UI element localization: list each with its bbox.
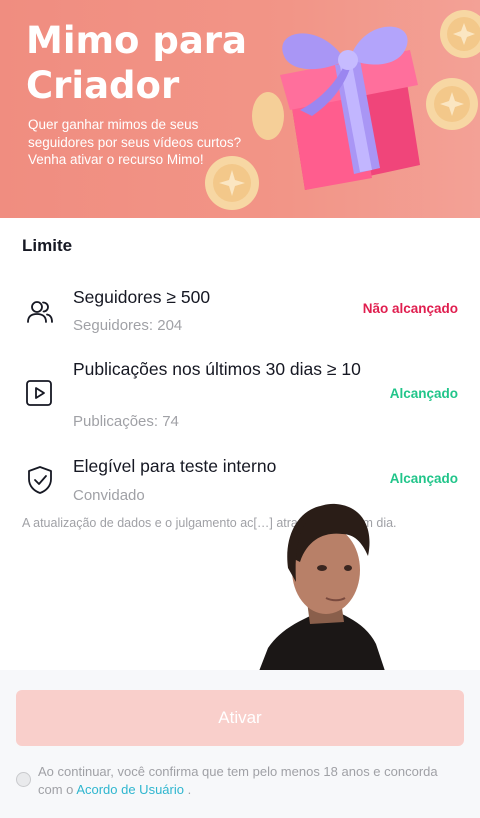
activate-button[interactable]: Ativar (16, 690, 464, 746)
requirement-detail: Seguidores: 204 (73, 317, 183, 334)
coin-icon (440, 10, 480, 58)
consent-checkbox[interactable] (16, 772, 31, 787)
person-photo-overlay (254, 503, 386, 684)
shield-check-icon (28, 466, 52, 494)
requirement-detail: Publicações: 74 (73, 413, 179, 430)
hero-banner: Mimo para Criador Quer ganhar mimos de s… (0, 0, 480, 218)
status-badge: Não alcançado (362, 301, 458, 316)
data-update-note: A atualização de dados e o julgamento ac… (22, 516, 397, 530)
section-title: Limite (22, 236, 73, 255)
requirement-name: Seguidores ≥ 500 (73, 287, 211, 307)
video-play-icon (26, 380, 52, 406)
requirement-detail: Convidado (73, 487, 145, 504)
requirement-name: Publicações nos últimos 30 dias ≥ 10 (73, 359, 361, 379)
user-agreement-link[interactable]: Acordo de Usuário (76, 782, 184, 797)
status-badge: Alcançado (389, 386, 458, 401)
coin-icon (205, 156, 259, 210)
coin-icon (252, 92, 284, 140)
followers-icon (27, 301, 53, 323)
requirement-name: Elegível para teste interno (73, 456, 277, 476)
consent-end: . (187, 781, 192, 797)
gift-illustration (205, 10, 480, 210)
coin-icon (426, 78, 478, 130)
gift-box-icon (280, 26, 420, 190)
status-badge: Alcançado (389, 471, 458, 486)
consent-text: Ao continuar, você confirma que tem pelo… (38, 763, 438, 798)
